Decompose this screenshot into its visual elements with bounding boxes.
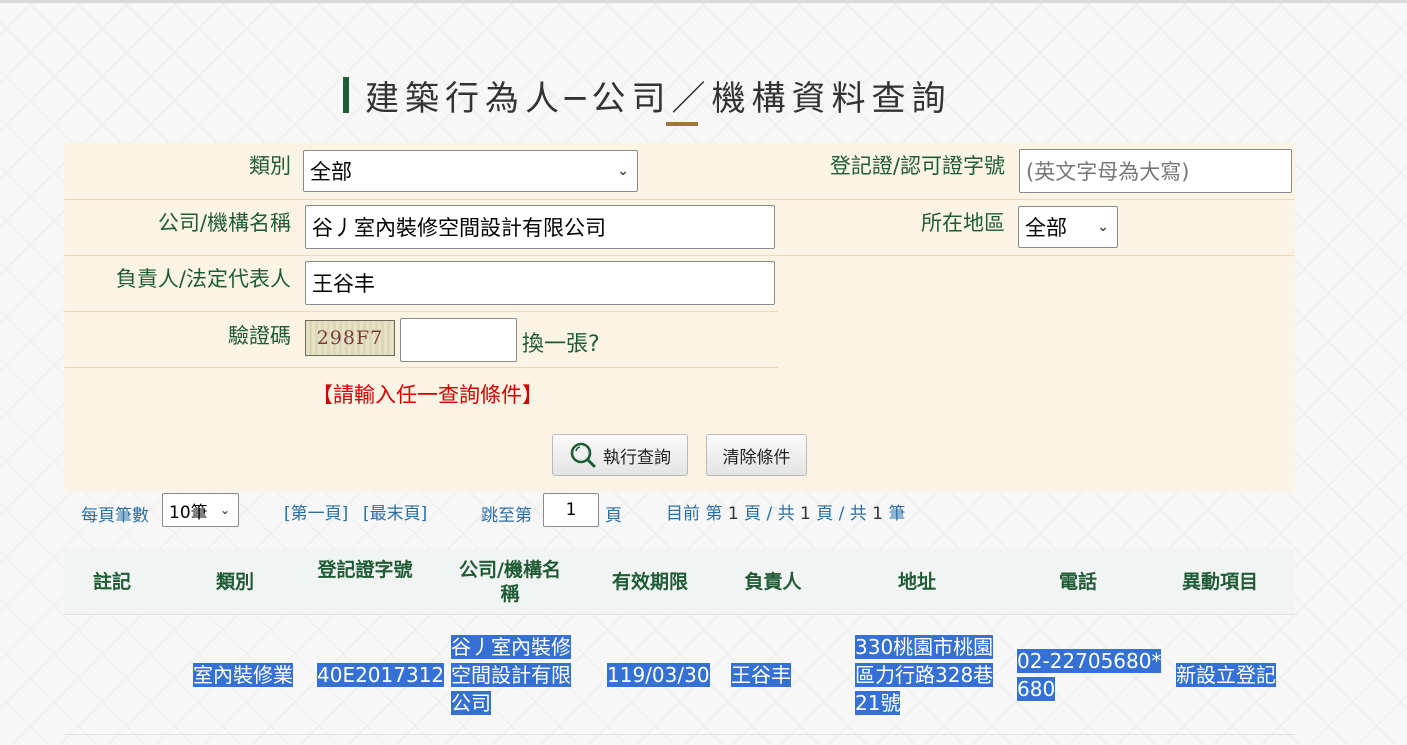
- per-page-label: 每頁筆數: [81, 506, 149, 526]
- captcha-input[interactable]: [400, 318, 517, 362]
- table-row: 室內裝修業: [193, 661, 293, 689]
- query-hint: 【請輸入任一查詢條件】: [312, 383, 543, 407]
- company-label: 公司/機構名稱: [157, 211, 291, 235]
- search-button[interactable]: 執行查詢: [552, 434, 688, 476]
- last-page-link[interactable]: [最末頁]: [363, 499, 427, 524]
- cell-company: 谷丿室內裝修空間設計有限公司: [451, 635, 571, 715]
- clear-button-label: 清除條件: [722, 447, 791, 468]
- per-page-value: 10筆: [169, 502, 208, 523]
- total-records-prefix: 頁 / 共: [816, 504, 867, 524]
- col-header-expiry: 有效期限: [611, 571, 688, 593]
- row-divider: [64, 255, 1295, 256]
- title-underline: [666, 122, 698, 126]
- chevron-down-icon: ⌄: [219, 503, 230, 517]
- license-input[interactable]: (英文字母為大寫): [1019, 149, 1292, 193]
- chevron-down-icon: ⌄: [617, 163, 629, 179]
- company-input[interactable]: 谷丿室內裝修空間設計有限公司: [305, 205, 775, 249]
- jump-unit: 頁: [605, 506, 622, 526]
- top-border: [0, 0, 1407, 3]
- cell-change: 新設立登記: [1176, 663, 1276, 687]
- category-selected-value: 全部: [310, 160, 352, 184]
- jump-page-input[interactable]: 1: [543, 493, 599, 527]
- page-title: 建築行為人─公司／機構資料查詢: [365, 78, 952, 119]
- region-selected-value: 全部: [1025, 216, 1067, 240]
- page-unit: 頁 / 共: [744, 504, 795, 524]
- cell-phone: 02-22705680*680: [1017, 649, 1162, 701]
- page-status: 目前 第 1 頁 / 共 1 頁 / 共 1 筆: [666, 499, 905, 524]
- col-header-note: 註記: [92, 571, 131, 593]
- current-page: 1: [727, 504, 739, 524]
- chevron-down-icon: ⌄: [1097, 219, 1109, 235]
- cell-owner: 王谷丰: [731, 663, 791, 687]
- region-select[interactable]: 全部 ⌄: [1018, 206, 1118, 248]
- table-cell: 330桃園市桃園區力行路328巷21號: [855, 633, 1005, 717]
- row-divider: [64, 311, 778, 312]
- table-cell: 119/03/30: [607, 661, 710, 689]
- table-cell: 谷丿室內裝修空間設計有限公司: [451, 633, 586, 717]
- table-cell: 王谷丰: [731, 661, 791, 689]
- page-heading: 建築行為人─公司／機構資料查詢: [343, 72, 952, 119]
- col-header-owner: 負責人: [744, 571, 802, 593]
- cell-expiry: 119/03/30: [607, 663, 710, 687]
- row-divider: [64, 199, 1295, 200]
- captcha-label: 驗證碼: [228, 324, 291, 348]
- owner-label: 負責人/法定代表人: [115, 267, 291, 291]
- category-label: 類別: [249, 154, 291, 178]
- category-select[interactable]: 全部 ⌄: [303, 150, 638, 192]
- col-header-license: 登記證字號: [317, 559, 413, 581]
- record-unit: 筆: [888, 504, 906, 524]
- col-header-change: 異動項目: [1181, 571, 1258, 593]
- cell-address: 330桃園市桃園區力行路328巷21號: [855, 635, 994, 715]
- col-header-address: 地址: [897, 571, 936, 593]
- current-prefix: 目前 第: [666, 504, 723, 524]
- search-icon: [570, 442, 596, 468]
- table-cell: 02-22705680*680: [1017, 647, 1167, 703]
- search-button-label: 執行查詢: [603, 447, 671, 468]
- captcha-image: 298F7: [305, 320, 395, 356]
- table-cell: 新設立登記: [1176, 661, 1276, 689]
- per-page-select[interactable]: 10筆 ⌄: [162, 493, 239, 527]
- owner-input[interactable]: 王谷丰: [305, 261, 775, 305]
- col-header-company: 公司/機構名稱: [459, 559, 561, 605]
- total-records: 1: [872, 504, 884, 524]
- table-cell: 40E2017312: [317, 661, 445, 689]
- cell-license: 40E2017312: [317, 663, 445, 687]
- total-pages: 1: [800, 504, 811, 524]
- first-page-link[interactable]: [第一頁]: [284, 499, 348, 524]
- region-label: 所在地區: [921, 211, 1005, 235]
- row-divider: [64, 734, 1295, 735]
- row-divider: [64, 367, 778, 368]
- cell-category: 室內裝修業: [193, 663, 293, 687]
- license-label: 登記證/認可證字號: [829, 154, 1005, 178]
- clear-button[interactable]: 清除條件: [706, 434, 807, 476]
- captcha-refresh-link[interactable]: 換一張?: [522, 326, 600, 358]
- col-header-phone: 電話: [1058, 571, 1097, 593]
- title-accent-bar: [343, 77, 349, 113]
- jump-label: 跳至第: [481, 506, 532, 526]
- col-header-category: 類別: [215, 571, 254, 593]
